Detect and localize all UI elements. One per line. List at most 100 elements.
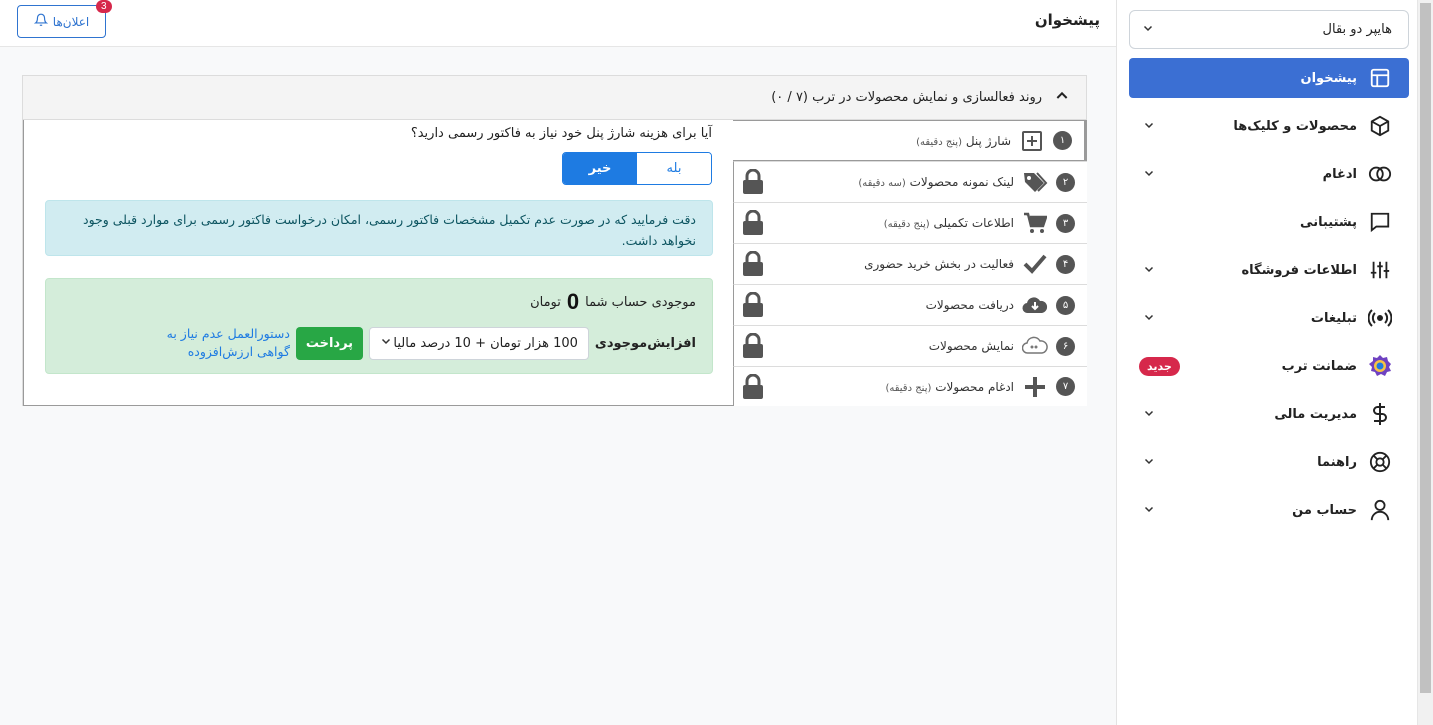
activation-card: روند فعالسازی و نمایش محصولات در ترب (۷ …	[22, 75, 1087, 406]
charge-amount-value: 100 هزار تومان + 10 درصد مالیات	[393, 335, 578, 351]
step-label: شارژ پنل (پنج دقیقه)	[916, 133, 1011, 148]
shield-badge-icon	[1367, 353, 1393, 379]
step-number: ۲	[1056, 172, 1075, 192]
step-number: ۱	[1053, 131, 1072, 150]
sidebar-item-finance[interactable]: مدیریت مالی	[1129, 394, 1409, 434]
bell-icon	[33, 13, 48, 30]
chevron-down-icon	[1142, 22, 1154, 37]
notifications-button[interactable]: اعلان‌ها 3	[17, 0, 112, 38]
pay-button[interactable]: پرداخت	[295, 326, 363, 360]
step-6[interactable]: ۶ نمایش محصولات	[733, 325, 1087, 366]
lock-icon	[738, 210, 768, 236]
page-scrollbar[interactable]	[1417, 0, 1433, 725]
step-content: آیا برای هزینه شارژ پنل خود نیاز به فاکت…	[23, 120, 733, 406]
balance-amount: 0	[566, 289, 580, 314]
sidebar-item-label: مدیریت مالی	[1274, 406, 1357, 422]
lock-icon	[738, 333, 768, 359]
sidebar-item-integration[interactable]: ادغام	[1129, 154, 1409, 194]
chevron-down-icon	[1139, 455, 1159, 470]
user-icon	[1367, 497, 1393, 523]
sidebar-item-label: راهنما	[1317, 454, 1357, 470]
notifications-count-badge: 3	[96, 0, 112, 13]
chevron-down-icon	[1139, 503, 1159, 518]
notifications-label: اعلان‌ها	[52, 14, 90, 29]
option-no-button[interactable]: خیر	[563, 153, 637, 184]
cloud-icon	[1022, 333, 1048, 359]
step-label: ادغام محصولات (پنج دقیقه)	[885, 379, 1014, 394]
broadcast-icon	[1367, 305, 1393, 331]
charge-amount-select[interactable]: 100 هزار تومان + 10 درصد مالیات	[368, 326, 589, 360]
store-select[interactable]: هایپر دو بقال	[1129, 10, 1409, 49]
plus-square-icon	[1019, 128, 1045, 154]
step-number: ۵	[1056, 295, 1075, 315]
balance-line: موجودی حساب شما 0 تومان	[530, 289, 696, 315]
chevron-down-icon	[1139, 263, 1159, 278]
chat-icon	[1367, 209, 1393, 235]
chevron-down-icon	[1139, 311, 1159, 326]
chevron-down-icon	[1139, 407, 1159, 422]
step-label: نمایش محصولات	[928, 339, 1014, 353]
scrollbar-thumb[interactable]	[1420, 3, 1431, 693]
sidebar-item-label: ضمانت ترب	[1281, 358, 1357, 374]
top-bar: پیشخوان اعلان‌ها 3	[0, 0, 1116, 47]
new-badge: جدید	[1139, 356, 1180, 376]
card-title: روند فعالسازی و نمایش محصولات در ترب (۷ …	[771, 90, 1042, 105]
sidebar-item-ads[interactable]: تبلیغات	[1129, 298, 1409, 338]
sidebar-item-products[interactable]: محصولات و کلیک‌ها	[1129, 106, 1409, 146]
check-icon	[1022, 251, 1048, 277]
sidebar-item-dashboard[interactable]: پیشخوان	[1129, 58, 1409, 98]
sidebar-item-label: محصولات و کلیک‌ها	[1233, 118, 1357, 134]
chevron-down-icon	[1139, 167, 1159, 182]
tag-icon	[1022, 169, 1048, 195]
steps-list: ۱ شارژ پنل (پنج دقیقه) ۲ لینک نمونه محصو…	[733, 120, 1087, 406]
step-number: ۷	[1056, 377, 1075, 396]
step-7[interactable]: ۷ ادغام محصولات (پنج دقیقه)	[733, 366, 1087, 406]
sidebar-item-torob-guarantee[interactable]: ضمانت ترب جدید	[1129, 346, 1409, 386]
sidebar-item-label: پیشخوان	[1300, 70, 1358, 86]
step-3[interactable]: ۳ اطلاعات تکمیلی (پنج دقیقه)	[733, 202, 1087, 243]
step-label: لینک نمونه محصولات (سه دقیقه)	[858, 175, 1014, 189]
dollar-icon	[1367, 401, 1393, 427]
balance-unit: تومان	[530, 294, 561, 310]
balance-prefix: موجودی حساب شما	[585, 294, 696, 310]
step-4[interactable]: ۴ فعالیت در بخش خرید حضوری	[733, 243, 1087, 284]
step-number: ۳	[1056, 213, 1075, 233]
page-title: پیشخوان	[1034, 11, 1100, 29]
sidebar-item-support[interactable]: پشتیبانی	[1129, 202, 1409, 242]
box-icon	[1367, 113, 1393, 139]
charge-label: افزایش‌موجودی	[594, 335, 696, 351]
layout-icon	[1367, 65, 1393, 91]
lock-icon	[738, 373, 768, 400]
cart-icon	[1022, 210, 1048, 236]
rings-icon	[1367, 161, 1393, 187]
sidebar-item-label: پشتیبانی	[1300, 214, 1357, 230]
option-yes-button[interactable]: بله	[637, 153, 711, 184]
chevron-up-icon[interactable]	[1054, 88, 1070, 108]
sidebar-item-label: حساب من	[1292, 502, 1357, 518]
vat-guide-link[interactable]: دستورالعمل عدم نیاز به گواهی ارزش‌افزوده	[160, 325, 290, 361]
sidebar: هایپر دو بقال پیشخوان محصولات و کلیک‌ها …	[1116, 0, 1417, 725]
step-number: ۴	[1056, 254, 1075, 274]
sidebar-item-label: اطلاعات فروشگاه	[1241, 262, 1357, 278]
lock-icon	[738, 169, 768, 195]
sidebar-item-label: ادغام	[1322, 166, 1357, 182]
plus-icon	[1022, 374, 1048, 400]
sidebar-item-store-info[interactable]: اطلاعات فروشگاه	[1129, 250, 1409, 290]
charge-row: افزایش‌موجودی 100 هزار تومان + 10 درصد م…	[160, 325, 696, 361]
lifebuoy-icon	[1367, 449, 1393, 475]
lock-icon	[738, 292, 768, 318]
sidebar-item-help[interactable]: راهنما	[1129, 442, 1409, 482]
card-header[interactable]: روند فعالسازی و نمایش محصولات در ترب (۷ …	[23, 76, 1086, 120]
cloud-download-icon	[1022, 292, 1048, 318]
sidebar-item-account[interactable]: حساب من	[1129, 490, 1409, 530]
store-name: هایپر دو بقال	[1322, 22, 1392, 37]
step-5[interactable]: ۵ دریافت محصولات	[733, 284, 1087, 325]
step-number: ۶	[1056, 336, 1075, 356]
chevron-down-icon	[380, 335, 392, 351]
sidebar-item-label: تبلیغات	[1310, 310, 1357, 326]
lock-icon	[738, 251, 768, 277]
info-alert: دقت فرمایید که در صورت عدم تکمیل مشخصات …	[45, 200, 713, 256]
step-label: فعالیت در بخش خرید حضوری	[864, 257, 1014, 271]
step-1[interactable]: ۱ شارژ پنل (پنج دقیقه)	[733, 120, 1087, 161]
step-2[interactable]: ۲ لینک نمونه محصولات (سه دقیقه)	[733, 161, 1087, 202]
